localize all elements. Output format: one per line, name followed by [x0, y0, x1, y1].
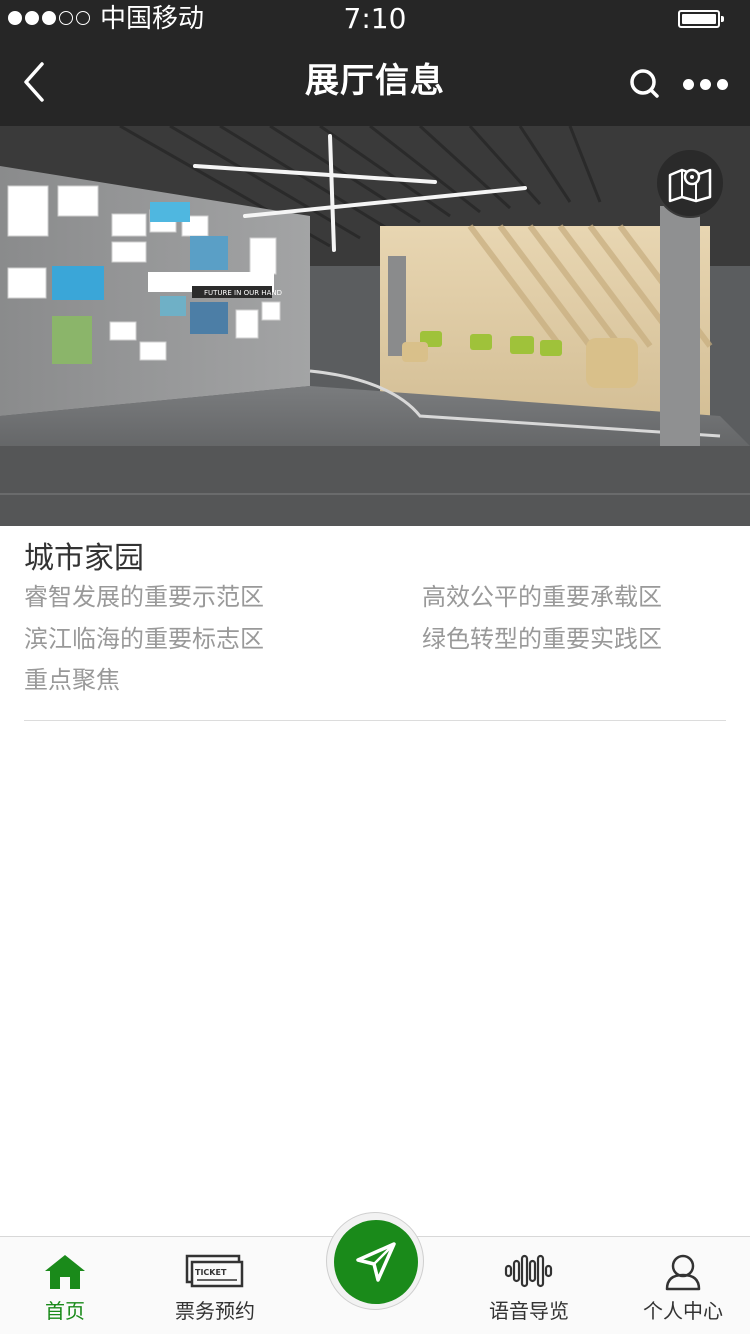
topic-link[interactable]: 睿智发展的重要示范区 — [24, 582, 264, 612]
more-dot — [716, 78, 728, 90]
navigation-arrow-icon — [356, 1242, 396, 1282]
topic-link[interactable]: 滨江临海的重要标志区 — [24, 624, 264, 654]
tab-label: 语音导览 — [489, 1299, 569, 1323]
tab-tickets[interactable]: TICKET 票务预约 — [150, 1237, 280, 1334]
topic-link[interactable]: 高效公平的重要承载区 — [422, 582, 662, 612]
search-icon — [630, 69, 659, 98]
home-icon — [45, 1255, 85, 1289]
tab-label: 票务预约 — [175, 1299, 255, 1323]
section-title: 城市家园 — [24, 541, 144, 576]
tab-label: 个人中心 — [643, 1299, 723, 1323]
ticket-icon: TICKET — [185, 1254, 244, 1288]
map-icon — [668, 168, 712, 203]
hero-image: FUTURE IN OUR HAND — [0, 126, 750, 526]
nav-bar: 展厅信息 — [0, 38, 750, 126]
status-bar: 中国移动 7:10 — [0, 0, 750, 38]
wall-caption: FUTURE IN OUR HAND — [204, 289, 282, 297]
more-button[interactable] — [680, 72, 730, 96]
more-dot — [682, 78, 694, 90]
tab-label: 首页 — [45, 1299, 85, 1323]
battery-icon — [678, 10, 724, 28]
more-dot — [699, 78, 711, 90]
topic-links: 睿智发展的重要示范区 高效公平的重要承载区 滨江临海的重要标志区 绿色转型的重要… — [24, 582, 726, 714]
divider — [24, 720, 726, 721]
status-time: 7:10 — [343, 2, 407, 35]
audio-wave-icon — [504, 1254, 553, 1288]
navigation-button[interactable] — [326, 1212, 424, 1310]
topic-link[interactable]: 绿色转型的重要实践区 — [422, 624, 662, 654]
tab-profile[interactable]: 个人中心 — [616, 1237, 750, 1334]
exhibition-hall-illustration: FUTURE IN OUR HAND — [0, 126, 750, 526]
tab-home[interactable]: 首页 — [0, 1237, 130, 1334]
hall-info-section: 城市家园 睿智发展的重要示范区 高效公平的重要承载区 滨江临海的重要标志区 绿色… — [24, 526, 726, 714]
map-button[interactable] — [655, 148, 725, 218]
topic-link[interactable]: 重点聚焦 — [24, 665, 120, 695]
user-icon — [665, 1254, 701, 1291]
search-button[interactable] — [626, 64, 664, 104]
ticket-icon-text: TICKET — [195, 1268, 227, 1277]
tab-audio-guide[interactable]: 语音导览 — [462, 1237, 596, 1334]
